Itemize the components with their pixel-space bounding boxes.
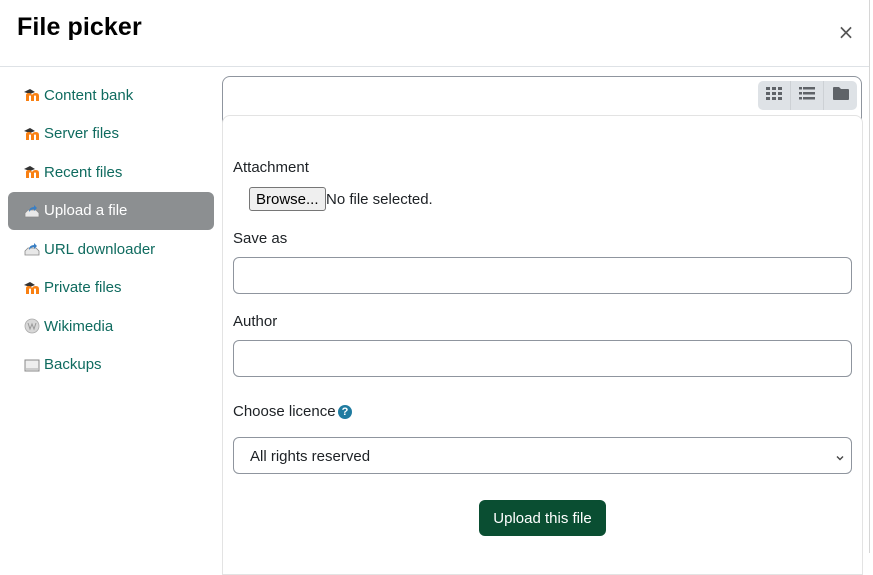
sidebar-item-label: Wikimedia [44, 317, 114, 335]
wikimedia-icon [23, 318, 41, 334]
url-download-icon [23, 241, 41, 257]
moodle-icon [23, 164, 41, 180]
backup-icon [23, 357, 41, 373]
list-view-button[interactable] [791, 81, 824, 110]
chevron-down-icon [835, 450, 845, 461]
sidebar-item-content-bank[interactable]: Content bank [8, 76, 214, 114]
moodle-icon [23, 280, 41, 296]
dialog-header: File picker × [0, 0, 873, 67]
save-as-input[interactable] [233, 257, 852, 294]
folder-icon [832, 86, 849, 105]
browse-button[interactable]: Browse... [249, 187, 326, 211]
sidebar-item-label: Server files [44, 125, 120, 142]
dialog-scrollbar-edge [869, 0, 873, 553]
moodle-icon [23, 126, 41, 142]
author-label: Author [233, 313, 278, 330]
folder-view-button[interactable] [824, 81, 857, 110]
repository-sidebar: Content bank Server files Recent files U… [8, 76, 214, 384]
licence-select[interactable]: All rights reserved [233, 437, 852, 474]
sidebar-item-label: URL downloader [44, 240, 156, 258]
sidebar-item-upload-a-file[interactable]: Upload a file [8, 191, 214, 230]
sidebar-item-label: Content bank [44, 86, 134, 104]
moodle-icon [23, 87, 41, 103]
licence-selected-value: All rights reserved [250, 448, 371, 465]
grid-icon [766, 86, 782, 105]
sidebar-item-label: Upload a file [44, 202, 128, 219]
sidebar-item-recent-files[interactable]: Recent files [8, 153, 214, 191]
author-input[interactable] [233, 340, 852, 377]
no-file-status: No file selected. [326, 191, 433, 208]
sidebar-item-label: Private files [44, 279, 122, 296]
attachment-label: Attachment [233, 159, 309, 176]
view-switcher [758, 81, 857, 110]
sidebar-item-server-files[interactable]: Server files [8, 115, 214, 153]
upload-icon [23, 203, 41, 219]
help-icon[interactable]: ? [338, 405, 352, 419]
close-button[interactable]: × [836, 22, 856, 42]
list-icon [799, 86, 815, 105]
sidebar-item-label: Backups [44, 356, 102, 373]
icons-view-button[interactable] [758, 81, 791, 110]
save-as-label: Save as [233, 230, 288, 247]
dialog-title: File picker [17, 13, 142, 41]
licence-label: Choose licence [233, 403, 336, 420]
sidebar-item-wikimedia[interactable]: Wikimedia [8, 307, 214, 345]
sidebar-item-label: Recent files [44, 163, 123, 181]
sidebar-item-url-downloader[interactable]: URL downloader [8, 230, 214, 268]
sidebar-item-private-files[interactable]: Private files [8, 269, 214, 307]
upload-this-file-button[interactable]: Upload this file [479, 500, 606, 536]
sidebar-item-backups[interactable]: Backups [8, 346, 214, 384]
